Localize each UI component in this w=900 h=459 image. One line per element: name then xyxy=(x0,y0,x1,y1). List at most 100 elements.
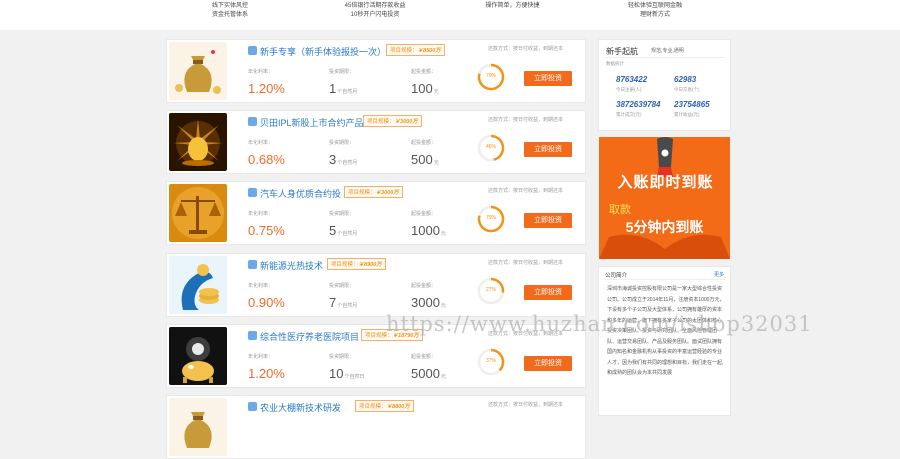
panel-title: 新手起航 xyxy=(606,47,638,56)
product-card[interactable]: 贝田IPL新股上市合约产品 项目规模：￥3000万 年化利率： 投资期限： 起投… xyxy=(166,110,586,174)
stat-label: 累计收益(元) xyxy=(674,112,700,117)
invest-button[interactable]: 立即投资 xyxy=(524,285,572,300)
amount-label: 起投金额： xyxy=(411,69,437,75)
amount-label: 起投金额： xyxy=(411,211,437,217)
intro-title: 公司简介 xyxy=(605,273,628,279)
project-icon xyxy=(248,331,257,340)
product-name[interactable]: 新手专享（新手体验报投一次） xyxy=(260,45,386,58)
divider xyxy=(604,57,725,58)
stat-value: 8763422 xyxy=(616,75,648,84)
product-name[interactable]: 综合性医疗养老医院项目 xyxy=(260,330,359,343)
project-icon xyxy=(248,402,257,411)
rocket-icon xyxy=(599,137,730,259)
amount-label: 起投金额： xyxy=(411,283,437,289)
feature-3: 操作简单，方便快捷 xyxy=(485,3,540,9)
term-label: 投资期限： xyxy=(329,354,355,360)
stats-title: 数据统计 xyxy=(606,61,624,66)
features-bar: 线下实体风控 资金托管体系 45倍银行活期存款收益 10秒开户闪电投资 操作简单，方… xyxy=(0,0,900,30)
stat-label: 累计成交(元) xyxy=(616,112,642,117)
scale-tag: 项目规模：￥8900万 xyxy=(327,258,386,270)
banner-line-1: 入账即时到账 xyxy=(617,174,714,191)
repay-method: 还款方式：按日付收益，到期还本 xyxy=(488,46,564,52)
repay-method: 还款方式：按日付收益，到期还本 xyxy=(488,117,564,123)
progress-text: 37% xyxy=(485,358,496,364)
product-card[interactable]: 新能源光热技术 项目规模：￥8900万 年化利率： 投资期限： 起投金额： 0.… xyxy=(166,253,586,317)
divider xyxy=(604,279,725,280)
repay-method: 还款方式：按日付收益，到期还本 xyxy=(488,188,564,194)
scale-tag: 项目规模：￥8500万 xyxy=(386,44,445,56)
product-card[interactable]: 汽车人身优质合约投 项目规模：￥3000万 年化利率： 投资期限： 起投金额： … xyxy=(166,181,586,245)
invest-button[interactable]: 立即投资 xyxy=(524,71,572,86)
amount-value: 500元 xyxy=(411,152,439,167)
amount-value: 1000元 xyxy=(411,223,446,238)
product-card[interactable]: 农业大棚新技术研发 项目规模：￥8800万 还款方式：按日付收益，到期还本 xyxy=(166,395,586,459)
invest-button[interactable]: 立即投资 xyxy=(524,213,572,228)
coin-figure-icon xyxy=(169,256,227,314)
company-intro: 公司简介 更多 深圳市海诚投资控股有限公司是一家大型综合性投资公司。公司成立于2… xyxy=(598,266,731,416)
more-link[interactable]: 更多 xyxy=(714,271,724,278)
product-name[interactable]: 新能源光热技术 xyxy=(260,259,323,272)
promo-banner[interactable]: 入账即时到账 取款 5分钟内到账 xyxy=(599,137,730,259)
project-icon xyxy=(248,117,257,126)
money-bag-icon xyxy=(169,398,227,456)
product-name[interactable]: 汽车人身优质合约投 xyxy=(260,187,341,200)
newbie-panel: 新手起航 规范,专业,通明 数据统计 8763422 今日注册(人) 62983… xyxy=(598,39,731,131)
progress-text: 79% xyxy=(485,215,496,221)
invest-button[interactable]: 立即投资 xyxy=(524,142,572,157)
money-bag-icon xyxy=(169,42,227,100)
annual-rate-value: 1.20% xyxy=(248,81,285,96)
piggy-figure-icon xyxy=(169,327,227,385)
project-icon xyxy=(248,260,257,269)
amount-value: 3000元 xyxy=(411,295,446,310)
project-icon xyxy=(248,46,257,55)
term-value: 3个自然月 xyxy=(329,152,358,167)
progress-text: 79% xyxy=(485,73,496,79)
amount-value: 5000元 xyxy=(411,366,446,381)
term-value: 1个自然月 xyxy=(329,81,358,96)
stat-value: 62983 xyxy=(674,75,697,84)
annual-rate-value: 1.20% xyxy=(248,366,285,381)
amount-value: 100元 xyxy=(411,81,439,96)
banner-line-2: 取款 xyxy=(609,203,631,216)
watermark: https://www.huzhan.com/ishop32031 xyxy=(386,312,813,336)
stat-value: 23754865 xyxy=(674,100,710,109)
annual-rate-label: 年化利率： xyxy=(248,283,274,289)
annual-rate-label: 年化利率： xyxy=(248,140,274,146)
project-icon xyxy=(248,188,257,197)
scale-tag: 项目规模：￥3000万 xyxy=(363,115,422,127)
annual-rate-label: 年化利率： xyxy=(248,69,274,75)
amount-label: 起投金额： xyxy=(411,140,437,146)
repay-method: 还款方式：按日付收益，到期还本 xyxy=(488,402,564,408)
progress-text: 46% xyxy=(485,144,496,150)
feature-4: 轻松体验互联网金融 理财新方式 xyxy=(627,3,682,18)
term-label: 投资期限： xyxy=(329,69,355,75)
term-value: 5个自然月 xyxy=(329,223,358,238)
annual-rate-value: 0.75% xyxy=(248,223,285,238)
term-value: 10个自然日 xyxy=(329,366,365,381)
banner-line-3: 5分钟内到账 xyxy=(625,219,704,235)
amount-label: 起投金额： xyxy=(411,354,437,360)
annual-rate-label: 年化利率： xyxy=(248,354,274,360)
feature-1: 线下实体风控 资金托管体系 xyxy=(211,3,248,18)
product-card[interactable]: 新手专享（新手体验报投一次） 项目规模：￥8500万 年化利率： 投资期限： 起… xyxy=(166,39,586,103)
golden-egg-icon xyxy=(169,113,227,171)
stat-label: 今日交易(个) xyxy=(674,87,700,92)
annual-rate-value: 0.90% xyxy=(248,295,285,310)
stat-label: 今日注册(人) xyxy=(616,87,642,92)
scale-tag: 项目规模：￥3000万 xyxy=(344,186,403,198)
term-value: 7个自然月 xyxy=(329,295,358,310)
product-name[interactable]: 贝田IPL新股上市合约产品 xyxy=(260,116,364,129)
term-label: 投资期限： xyxy=(329,140,355,146)
term-label: 投资期限： xyxy=(329,211,355,217)
annual-rate-label: 年化利率： xyxy=(248,211,274,217)
scale-icon xyxy=(169,184,227,242)
panel-subtitle: 规范,专业,通明 xyxy=(651,48,684,54)
invest-button[interactable]: 立即投资 xyxy=(524,356,572,371)
progress-text: 27% xyxy=(485,287,496,293)
stat-value: 3872639784 xyxy=(616,100,661,109)
annual-rate-value: 0.68% xyxy=(248,152,285,167)
feature-2: 45倍银行活期存款收益 10秒开户闪电投资 xyxy=(344,3,406,18)
product-name[interactable]: 农业大棚新技术研发 xyxy=(260,401,341,414)
scale-tag: 项目规模：￥8800万 xyxy=(355,400,414,412)
repay-method: 还款方式：按日付收益，到期还本 xyxy=(488,260,564,266)
